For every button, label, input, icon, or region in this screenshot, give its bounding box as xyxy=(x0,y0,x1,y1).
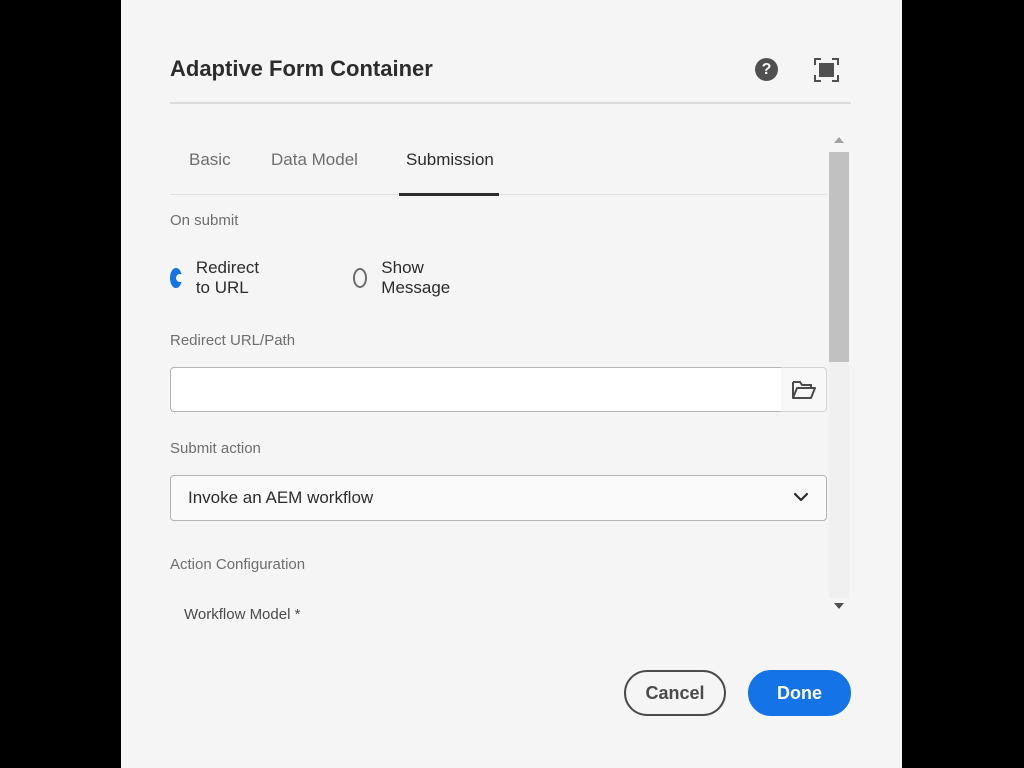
submit-action-value: Invoke an AEM workflow xyxy=(188,488,374,507)
on-submit-label: On submit xyxy=(170,212,239,229)
workflow-model-label-clipped: Workflow Model * xyxy=(184,604,484,619)
scroll-thumb[interactable] xyxy=(829,152,849,362)
radio-checked-icon[interactable] xyxy=(170,268,184,288)
radio-redirect-label: Redirect to URL xyxy=(195,258,260,297)
redirect-url-label: Redirect URL/Path xyxy=(170,332,296,349)
tab-submission[interactable]: Submission xyxy=(406,150,494,170)
dialog: Adaptive Form Container ? Basic Data Mod… xyxy=(121,0,902,768)
submit-action-select[interactable]: Invoke an AEM workflow xyxy=(170,475,827,521)
tab-data-model[interactable]: Data Model xyxy=(271,150,358,170)
action-configuration-label: Action Configuration xyxy=(170,556,306,573)
radio-show-message-label: Show Message xyxy=(381,258,451,297)
browse-path-button[interactable] xyxy=(781,367,827,412)
fullscreen-icon[interactable] xyxy=(814,58,839,82)
cancel-button[interactable]: Cancel xyxy=(624,670,726,716)
tab-list: Basic Data Model Submission xyxy=(170,140,827,196)
scroll-up-icon[interactable] xyxy=(834,137,844,143)
workflow-model-label: Workflow Model * xyxy=(184,606,301,619)
scroll-down-icon[interactable] xyxy=(834,603,844,609)
tab-selected-indicator xyxy=(399,193,499,196)
header-divider xyxy=(170,102,851,104)
help-icon[interactable]: ? xyxy=(755,58,778,81)
radio-unchecked-icon[interactable] xyxy=(353,268,368,288)
scrollbar[interactable] xyxy=(828,130,850,618)
radio-redirect-to-url[interactable]: Redirect to URL xyxy=(170,258,267,298)
redirect-url-input[interactable] xyxy=(170,367,782,412)
done-button[interactable]: Done xyxy=(748,670,851,716)
chevron-down-icon xyxy=(793,492,809,502)
folder-open-icon xyxy=(792,381,816,399)
tab-basic[interactable]: Basic xyxy=(189,150,231,170)
radio-show-message[interactable]: Show Message xyxy=(353,258,456,298)
submit-action-label: Submit action xyxy=(170,440,261,457)
dialog-title: Adaptive Form Container xyxy=(170,56,433,81)
